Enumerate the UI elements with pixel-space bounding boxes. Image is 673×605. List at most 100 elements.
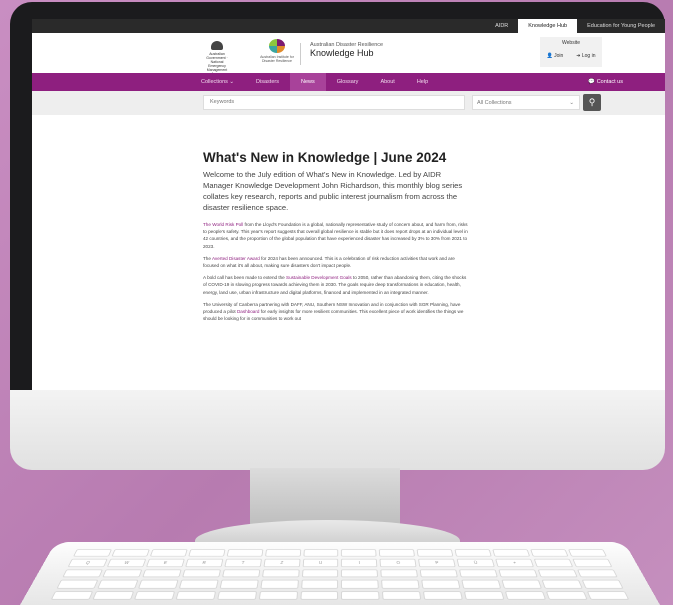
nav-item-about[interactable]: About xyxy=(369,73,405,91)
keyboard-key xyxy=(72,549,112,557)
averted-disaster-award-link[interactable]: Averted Disaster Award xyxy=(212,256,260,261)
keyboard-key xyxy=(421,579,461,589)
paragraph-prefix: The xyxy=(203,255,212,261)
account-box: Website 👤 Join ➜ Log in xyxy=(540,37,602,67)
keyboard-key xyxy=(380,569,419,578)
keyboard-key: Ü xyxy=(456,559,495,567)
keyboard-key: U xyxy=(302,559,339,567)
keyboard-key xyxy=(416,549,454,557)
paragraph-text: from the Lloyd's Foundation is a global,… xyxy=(203,222,468,249)
aidr-logo-text: Australian Institute for Disaster Resili… xyxy=(260,55,294,63)
keyboard-key xyxy=(301,569,339,578)
keyboard-key xyxy=(464,590,505,600)
keyboard-key: + xyxy=(495,559,535,567)
keyboard-key: Q xyxy=(67,559,108,567)
top-link-knowledge-hub[interactable]: Knowledge Hub xyxy=(518,19,578,33)
keyboard-key xyxy=(492,549,531,557)
article-lead: Welcome to the July edition of What's Ne… xyxy=(203,170,463,212)
aidr-logo[interactable]: Australian Institute for Disaster Resili… xyxy=(260,39,294,67)
keyboard-key xyxy=(577,569,618,578)
article-paragraph: A bold call has been made to extend the … xyxy=(203,274,471,296)
nav-item-disasters[interactable]: Disasters xyxy=(245,73,290,91)
keyboard-key xyxy=(226,549,264,557)
dashboard-link[interactable]: Dashboard xyxy=(237,309,259,314)
join-link[interactable]: 👤 Join xyxy=(546,53,563,59)
search-input[interactable] xyxy=(203,95,465,110)
keyboard-keys: Q W E R T Z U I O P Ü + xyxy=(50,549,630,600)
keyboard-key: Z xyxy=(263,559,301,567)
website-label: Website xyxy=(562,40,580,46)
keyboard-key xyxy=(178,579,219,589)
keyboard-key xyxy=(260,579,299,589)
collections-select[interactable]: All Collections ⌄ xyxy=(472,95,580,110)
keyboard-key xyxy=(533,559,574,567)
collections-select-value: All Collections xyxy=(477,100,512,106)
keyboard-key: P xyxy=(418,559,456,567)
aidr-logo-mark xyxy=(269,39,285,53)
keyboard-key xyxy=(92,590,135,600)
monitor-stand-neck xyxy=(250,468,400,528)
site-header: Australian Government · National Emergen… xyxy=(32,33,665,76)
keyboard-key xyxy=(459,569,499,578)
keyboard-key xyxy=(56,579,99,589)
keyboard-key xyxy=(581,579,624,589)
article-paragraph: The World Risk Poll from the Lloyd's Fou… xyxy=(203,221,471,250)
top-link-education[interactable]: Education for Young People xyxy=(577,19,665,33)
keyboard-key xyxy=(379,549,416,557)
keyboard-key xyxy=(341,569,379,578)
keyboard-key xyxy=(501,579,543,589)
keyboard-key xyxy=(537,569,578,578)
search-icon: ⚲ xyxy=(588,97,596,107)
keyboard-key: E xyxy=(145,559,185,567)
login-link[interactable]: ➜ Log in xyxy=(576,53,595,59)
join-label: Join xyxy=(554,53,564,59)
keyboard-key xyxy=(181,569,221,578)
keyboard-key: O xyxy=(379,559,417,567)
keyboard-key xyxy=(264,549,301,557)
article-paragraph: The Averted Disaster Award for 2024 has … xyxy=(203,255,471,269)
keyboard-key xyxy=(216,590,257,600)
site-title-block[interactable]: Australian Disaster Resilience Knowledge… xyxy=(310,42,383,58)
main-nav: Collections ⌄ Disasters News Glossary Ab… xyxy=(32,73,665,91)
keyboard-key xyxy=(541,579,583,589)
keyboard-key xyxy=(568,549,608,557)
keyboard-key xyxy=(137,579,179,589)
keyboard-key xyxy=(572,559,613,567)
keyboard-key xyxy=(133,590,176,600)
nav-item-help[interactable]: Help xyxy=(406,73,439,91)
keyboard-key xyxy=(341,549,377,557)
keyboard-key xyxy=(219,579,259,589)
contact-us-label: Contact us xyxy=(596,79,623,85)
crest-icon xyxy=(211,41,223,50)
nav-item-collections[interactable]: Collections ⌄ xyxy=(190,73,245,91)
keyboard-key xyxy=(97,579,139,589)
keyboard-key xyxy=(111,549,150,557)
keyboard-key xyxy=(423,590,464,600)
keyboard-key xyxy=(341,579,380,589)
keyboard-key: T xyxy=(224,559,262,567)
top-link-aidr[interactable]: AIDR xyxy=(485,19,518,33)
nav-item-glossary[interactable]: Glossary xyxy=(326,73,370,91)
keyboard-key xyxy=(454,549,493,557)
world-risk-poll-link[interactable]: The World Risk Poll xyxy=(203,222,243,227)
keyboard-key xyxy=(382,590,422,600)
keyboard-key xyxy=(299,590,339,600)
keyboard-key xyxy=(586,590,630,600)
keyboard-key: R xyxy=(184,559,224,567)
keyboard-key xyxy=(258,590,298,600)
nav-item-news[interactable]: News xyxy=(289,73,326,91)
chevron-down-icon: ⌄ xyxy=(569,100,574,106)
site-title: Knowledge Hub xyxy=(310,48,374,58)
keyboard-key xyxy=(50,590,94,600)
browser-screen: AIDR Knowledge Hub Education for Young P… xyxy=(32,19,665,390)
keyboard-key: W xyxy=(106,559,147,567)
monitor-chin xyxy=(10,390,665,470)
header-divider xyxy=(300,43,301,65)
keyboard-key xyxy=(419,569,459,578)
contact-us-link[interactable]: 💬 Contact us xyxy=(588,73,623,91)
government-logo[interactable]: Australian Government · National Emergen… xyxy=(202,41,232,76)
search-button[interactable]: ⚲ xyxy=(583,94,601,111)
keyboard-key xyxy=(261,569,300,578)
sdg-link[interactable]: Sustainable Development Goals xyxy=(286,275,352,280)
keyboard-key xyxy=(175,590,216,600)
